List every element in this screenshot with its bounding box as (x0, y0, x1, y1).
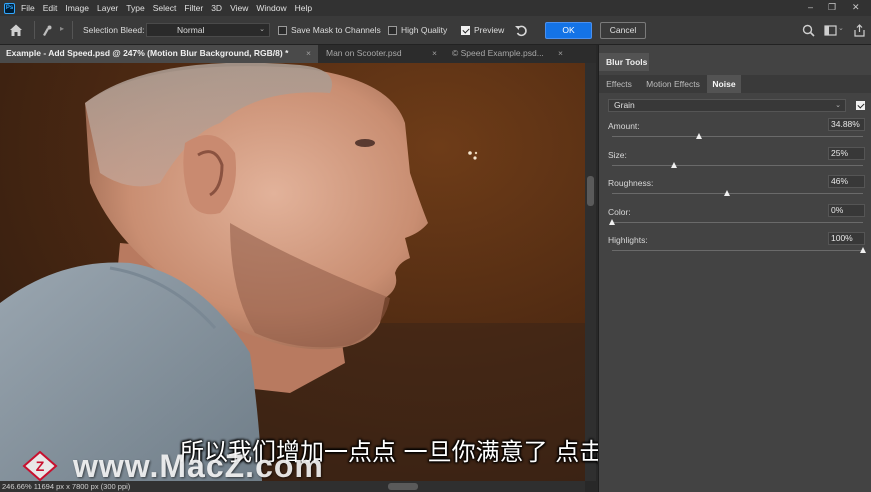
tab-label: Example - Add Speed.psd @ 247% (Motion B… (6, 48, 289, 58)
selection-bleed-label: Selection Bleed: (83, 25, 145, 35)
close-tab-icon[interactable]: × (432, 45, 437, 62)
param-label: Highlights: (608, 235, 648, 245)
photo-man-profile (0, 63, 585, 481)
scrollbar-thumb[interactable] (587, 176, 594, 206)
menu-help[interactable]: Help (295, 3, 312, 13)
param-slider-track[interactable] (612, 222, 863, 223)
param-slider-track[interactable] (612, 165, 863, 166)
watermark-text: www.MacZ.com (73, 448, 324, 484)
tab-label: © Speed Example.psd... (452, 48, 544, 58)
noise-param-row: Roughness: 46% (599, 175, 871, 204)
horizontal-scrollbar[interactable] (300, 481, 585, 492)
param-slider-thumb[interactable] (723, 190, 730, 196)
param-label: Amount: (608, 121, 640, 131)
param-value-field[interactable]: 100% (828, 232, 865, 245)
close-tab-icon[interactable]: × (306, 45, 311, 62)
menu-type[interactable]: Type (126, 3, 144, 13)
save-mask-label: Save Mask to Channels (291, 25, 381, 35)
high-quality-checkbox[interactable] (388, 26, 397, 35)
share-icon[interactable] (853, 24, 866, 37)
tab-example-add-speed[interactable]: Example - Add Speed.psd @ 247% (Motion B… (0, 45, 318, 63)
workspace-layout-icon[interactable] (824, 24, 837, 37)
param-slider-track[interactable] (612, 136, 863, 137)
param-value-field[interactable]: 25% (828, 147, 865, 160)
param-label: Size: (608, 150, 627, 160)
cancel-button[interactable]: Cancel (600, 22, 646, 39)
param-label: Roughness: (608, 178, 654, 188)
scrollbar-thumb[interactable] (388, 483, 418, 490)
noise-type-value: Grain (614, 100, 635, 110)
macz-logo-icon: Z (22, 451, 58, 481)
chevron-down-icon: ⌄ (835, 102, 841, 109)
menu-file[interactable]: File (21, 3, 35, 13)
menu-view[interactable]: View (230, 3, 248, 13)
param-value-field[interactable]: 0% (828, 204, 865, 217)
blur-tools-panel: Blur Tools Effects Motion Effects Noise … (598, 45, 871, 492)
blur-brush-tool-icon[interactable] (40, 24, 54, 38)
home-icon[interactable] (8, 22, 24, 38)
search-icon[interactable] (802, 24, 815, 37)
menu-filter[interactable]: Filter (184, 3, 203, 13)
panel-title[interactable]: Blur Tools (599, 53, 649, 71)
high-quality-label: High Quality (401, 25, 448, 35)
close-tab-icon[interactable]: × (558, 45, 563, 62)
param-slider-track[interactable] (612, 193, 863, 194)
param-label: Color: (608, 207, 631, 217)
noise-param-row: Color: 0% (599, 204, 871, 233)
noise-param-row: Amount: 34.88% (599, 118, 871, 147)
options-bar: ▸ Selection Bleed: Normal ⌄ Save Mask to… (0, 16, 871, 45)
noise-param-row: Highlights: 100% (599, 232, 871, 261)
bleed-mode-select[interactable]: Normal ⌄ (146, 23, 270, 37)
workspace-chevron-icon[interactable]: ⌄ (838, 24, 844, 32)
chevron-down-icon: ⌄ (259, 26, 265, 33)
tab-speed-example[interactable]: © Speed Example.psd... × (446, 45, 576, 63)
divider (72, 21, 73, 39)
panel-subtabs: Effects Motion Effects Noise (599, 75, 871, 93)
tab-motion-effects[interactable]: Motion Effects (639, 75, 707, 93)
save-mask-checkbox[interactable] (278, 26, 287, 35)
menu-bar: Ps File Edit Image Layer Type Select Fil… (0, 0, 871, 16)
menu-layer[interactable]: Layer (97, 3, 118, 13)
panel-header: Blur Tools (599, 53, 871, 71)
vertical-scrollbar[interactable] (585, 63, 596, 481)
restore-icon[interactable]: ❐ (828, 2, 836, 13)
tab-label: Man on Scooter.psd (326, 48, 402, 58)
menu-window[interactable]: Window (256, 3, 286, 13)
noise-enable-checkbox[interactable] (856, 101, 865, 110)
tool-preset-chevron-icon[interactable]: ▸ (60, 24, 64, 33)
document-tabs: Example - Add Speed.psd @ 247% (Motion B… (0, 45, 596, 63)
menu-edit[interactable]: Edit (43, 3, 58, 13)
menu-image[interactable]: Image (65, 3, 89, 13)
preview-checkbox[interactable] (461, 26, 470, 35)
noise-type-select[interactable]: Grain ⌄ (608, 99, 846, 112)
tab-effects[interactable]: Effects (599, 75, 639, 93)
bleed-mode-value: Normal (177, 25, 205, 35)
tab-man-on-scooter[interactable]: Man on Scooter.psd × (320, 45, 444, 63)
macz-logo-letter: Z (36, 458, 45, 474)
param-slider-track[interactable] (612, 250, 863, 251)
param-slider-thumb[interactable] (859, 247, 866, 253)
photoshop-logo-icon[interactable]: Ps (4, 2, 15, 14)
param-value-field[interactable]: 34.88% (828, 118, 865, 131)
noise-param-row: Size: 25% (599, 147, 871, 176)
close-window-icon[interactable]: ✕ (852, 2, 860, 13)
tab-noise[interactable]: Noise (707, 75, 741, 93)
divider (34, 21, 35, 39)
document-canvas[interactable] (0, 63, 585, 481)
param-slider-thumb[interactable] (671, 162, 678, 168)
reset-undo-icon[interactable] (514, 23, 528, 37)
param-slider-thumb[interactable] (696, 133, 703, 139)
param-slider-thumb[interactable] (608, 219, 615, 225)
menu-3d[interactable]: 3D (211, 3, 222, 13)
menu-select[interactable]: Select (153, 3, 177, 13)
preview-label: Preview (474, 25, 505, 35)
param-value-field[interactable]: 46% (828, 175, 865, 188)
minimize-icon[interactable]: – (808, 2, 813, 12)
ok-button[interactable]: OK (545, 22, 592, 39)
